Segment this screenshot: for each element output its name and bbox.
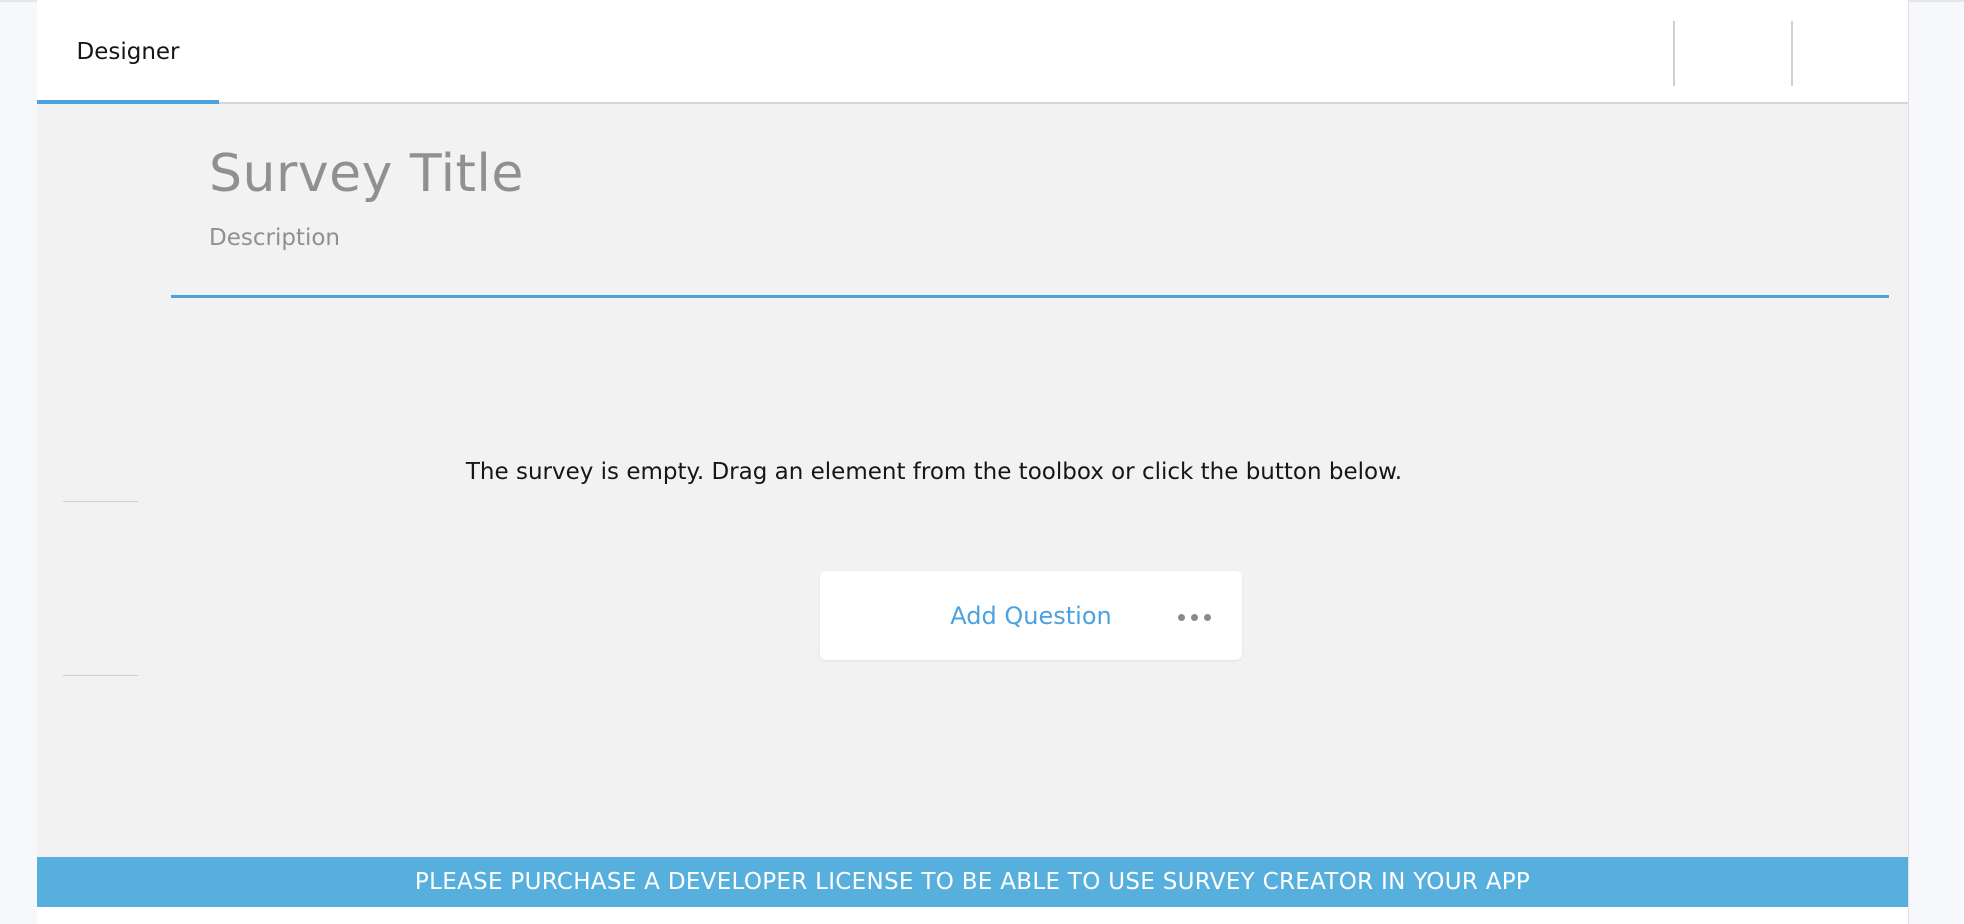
tab-designer-label: Designer bbox=[76, 39, 180, 65]
sidebar-divider bbox=[63, 675, 138, 676]
ellipsis-icon[interactable] bbox=[1178, 611, 1214, 623]
empty-survey-message: The survey is empty. Drag an element fro… bbox=[465, 459, 1403, 485]
designer-canvas: Survey Title Description The survey is e… bbox=[37, 104, 1908, 857]
frame-right-border bbox=[1908, 0, 1909, 924]
survey-title-editor[interactable]: Survey Title bbox=[209, 144, 524, 204]
tab-designer[interactable]: Designer bbox=[37, 2, 219, 104]
sidebar-divider bbox=[63, 501, 138, 502]
add-question-card: Add Question bbox=[820, 571, 1242, 660]
survey-header-divider bbox=[171, 295, 1889, 298]
creator-header: Designer bbox=[37, 2, 1908, 104]
toolbar-separator bbox=[1791, 21, 1793, 86]
survey-description-editor[interactable]: Description bbox=[209, 225, 340, 251]
license-banner: PLEASE PURCHASE A DEVELOPER LICENSE TO B… bbox=[37, 857, 1908, 907]
toolbar-button-blank[interactable] bbox=[1675, 21, 1789, 86]
